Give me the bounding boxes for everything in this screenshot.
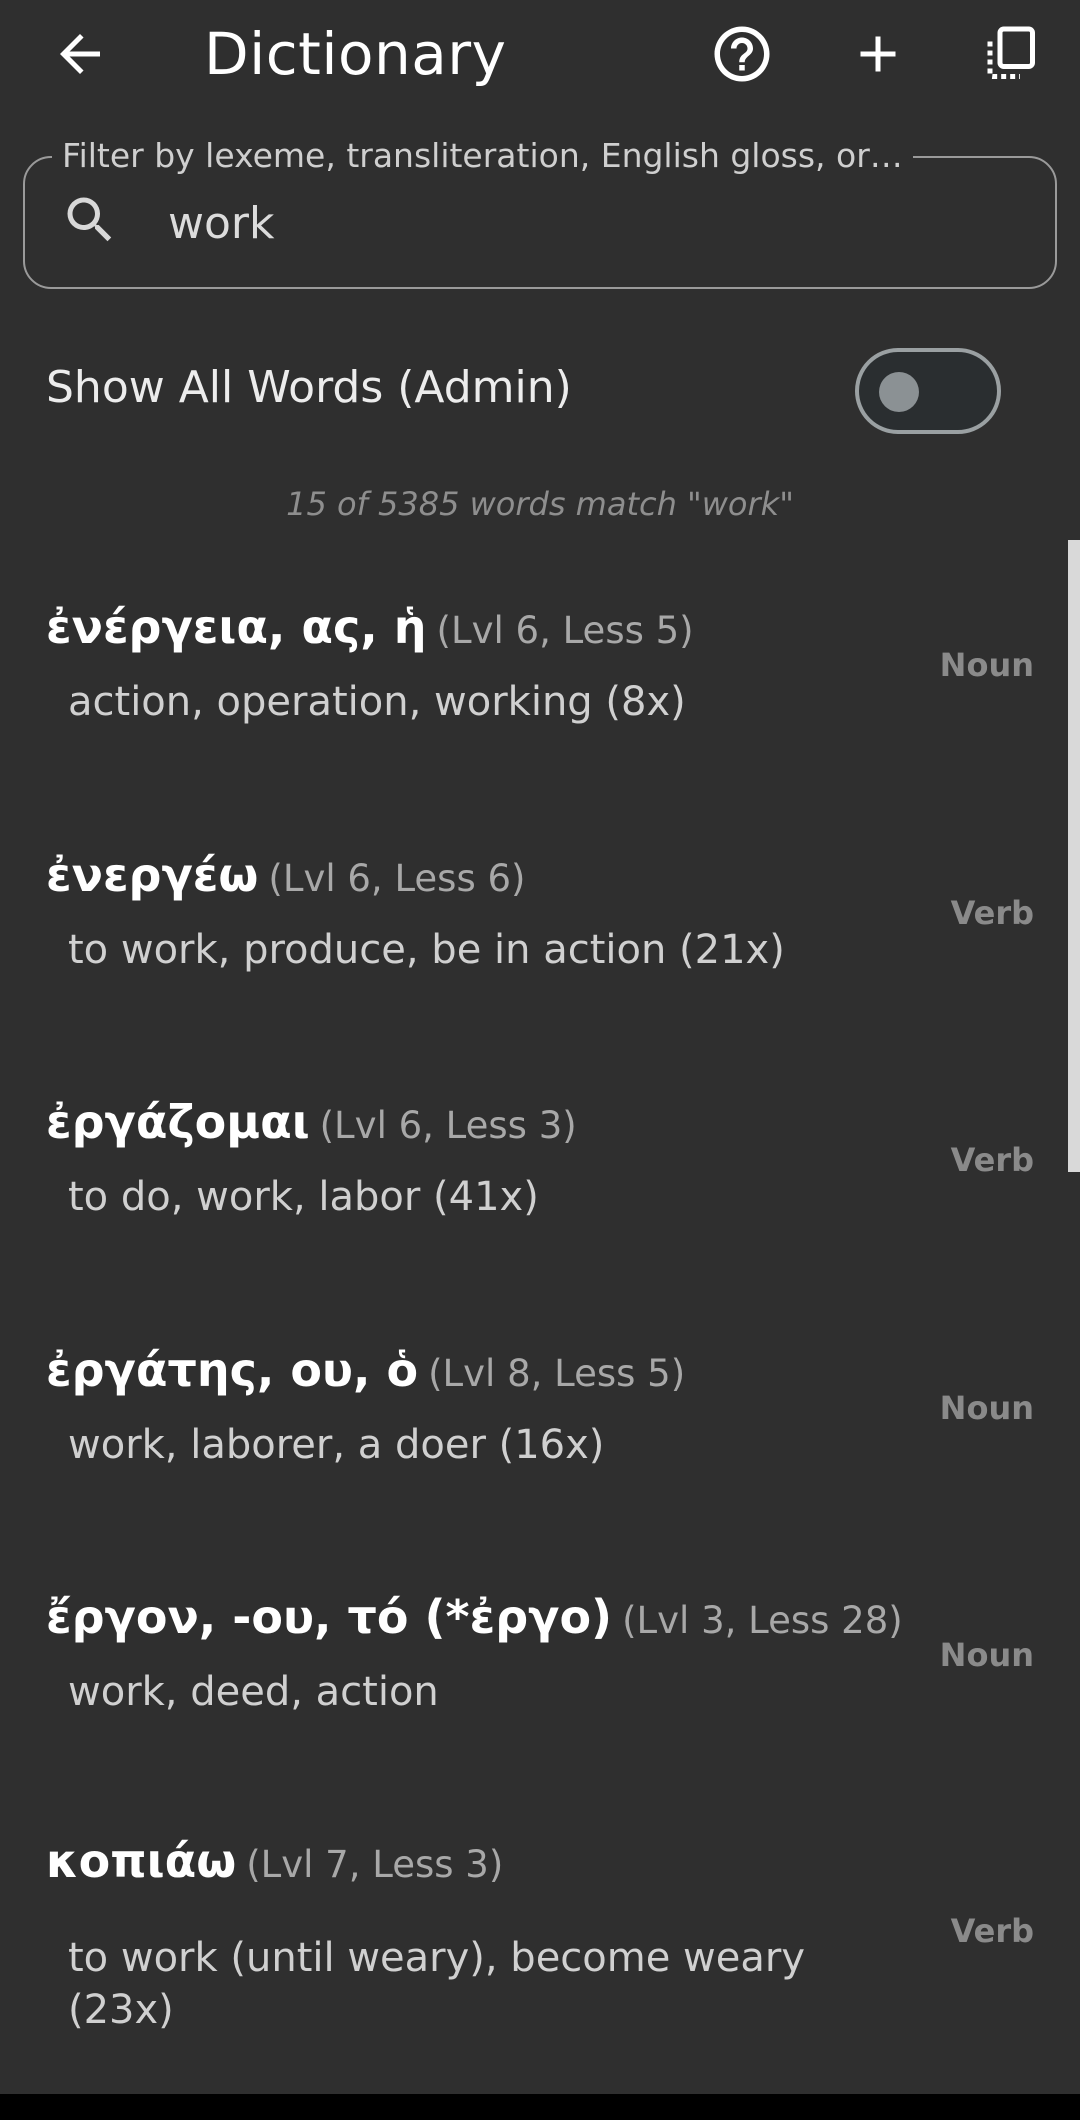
list-item[interactable]: ἐργάζομαι (Lvl 6, Less 3) to do, work, la… [0, 1095, 1060, 1295]
part-of-speech: Verb [950, 1141, 1034, 1179]
part-of-speech: Verb [950, 1912, 1034, 1950]
search-input[interactable] [168, 188, 1008, 258]
lexeme: ἐργάζομαι [46, 1095, 310, 1149]
gloss: action, operation, working (8x) [68, 679, 686, 725]
toggle-knob [879, 372, 919, 412]
lexeme-line: ἔργον, -ου, τό (*ἐργο) (Lvl 3, Less 28) [46, 1590, 903, 1644]
list-item[interactable]: ἐργάτης, ου, ὁ (Lvl 8, Less 5) work, labo… [0, 1343, 1060, 1543]
search-icon [60, 190, 120, 250]
gloss: work, laborer, a doer (16x) [68, 1422, 605, 1468]
match-count: 15 of 5385 words match "work" [286, 485, 794, 523]
level-info: (Lvl 8, Less 5) [428, 1352, 686, 1395]
copy-icon [987, 26, 1035, 79]
level-info: (Lvl 3, Less 28) [622, 1599, 903, 1642]
lexeme-line: ἐνεργέω (Lvl 6, Less 6) [46, 848, 525, 902]
gloss: work, deed, action [68, 1669, 439, 1715]
part-of-speech: Verb [950, 894, 1034, 932]
gloss: to work, produce, be in action (21x) [68, 927, 785, 973]
lexeme: ἔργον, -ου, τό (*ἐργο) [46, 1590, 613, 1644]
level-info: (Lvl 7, Less 3) [246, 1843, 504, 1886]
list-item[interactable]: ἐνέργεια, ας, ἡ (Lvl 6, Less 5) action, o… [0, 600, 1060, 800]
navigation-bar [0, 2094, 1080, 2120]
lexeme: ἐνεργέω [46, 848, 259, 902]
plus-icon [860, 36, 896, 72]
level-info: (Lvl 6, Less 5) [436, 609, 694, 652]
gloss: to do, work, labor (41x) [68, 1174, 539, 1220]
arrow-left-icon [60, 34, 100, 74]
top-app-bar: Dictionary [0, 0, 1080, 110]
level-info: (Lvl 6, Less 3) [319, 1104, 577, 1147]
list-item[interactable]: ἔργον, -ου, τό (*ἐργο) (Lvl 3, Less 28) w… [0, 1590, 1060, 1790]
search-field-label: Filter by lexeme, transliteration, Engli… [52, 136, 913, 175]
back-button[interactable] [40, 14, 120, 94]
list-item[interactable]: ἐνεργέω (Lvl 6, Less 6) to work, produce,… [0, 848, 1060, 1048]
list-item[interactable]: κοπιάω (Lvl 7, Less 3) to work (until wea… [0, 1834, 1060, 2074]
copy-button[interactable] [970, 14, 1050, 94]
part-of-speech: Noun [939, 1636, 1034, 1674]
lexeme: κοπιάω [46, 1834, 237, 1888]
lexeme: ἐνέργεια, ας, ἡ [46, 600, 427, 654]
part-of-speech: Noun [939, 646, 1034, 684]
lexeme-line: ἐργάζομαι (Lvl 6, Less 3) [46, 1095, 577, 1149]
lexeme-line: κοπιάω (Lvl 7, Less 3) [46, 1834, 503, 1888]
lexeme-line: ἐργάτης, ου, ὁ (Lvl 8, Less 5) [46, 1343, 685, 1397]
gloss: to work (until weary), become weary (23x… [68, 1935, 806, 2033]
level-info: (Lvl 6, Less 6) [268, 857, 526, 900]
admin-toggle-switch[interactable] [855, 348, 1001, 434]
lexeme: ἐργάτης, ου, ὁ [46, 1343, 419, 1397]
add-word-button[interactable] [838, 14, 918, 94]
scrollbar[interactable] [1068, 540, 1080, 1172]
help-button[interactable] [702, 14, 782, 94]
part-of-speech: Noun [939, 1389, 1034, 1427]
lexeme-line: ἐνέργεια, ας, ἡ (Lvl 6, Less 5) [46, 600, 694, 654]
page-title: Dictionary [204, 20, 507, 88]
help-circle-icon [714, 26, 770, 82]
admin-toggle-label: Show All Words (Admin) [46, 362, 572, 413]
dictionary-screen: Dictionary Filter by lexeme, translitera… [0, 0, 1080, 2120]
